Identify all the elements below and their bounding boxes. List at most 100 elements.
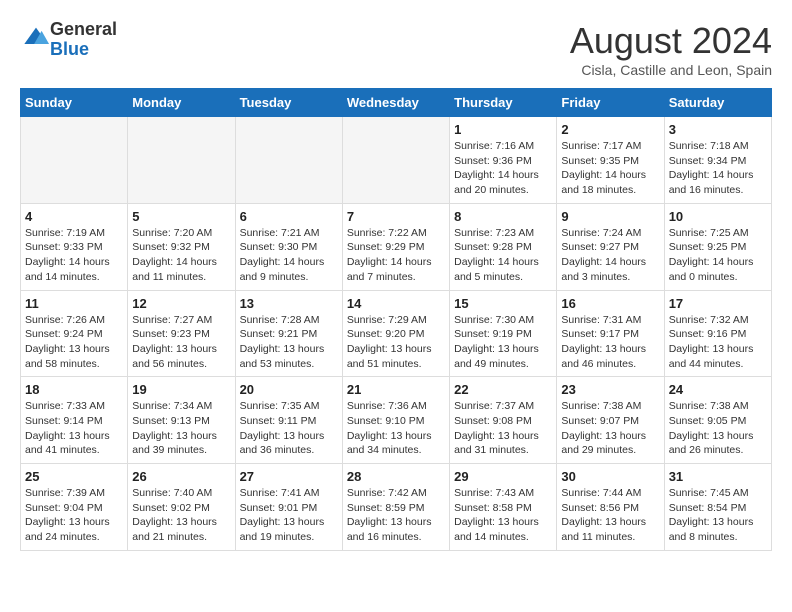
day-number: 5 xyxy=(132,209,230,224)
calendar-cell: 18Sunrise: 7:33 AM Sunset: 9:14 PM Dayli… xyxy=(21,377,128,464)
calendar-cell: 21 Sunrise: 7:36 AM Sunset: 9:10 PM Dayli… xyxy=(342,377,449,464)
day-info: Sunrise: 7:41 AM Sunset: 9:01 PM Dayligh… xyxy=(240,486,338,545)
calendar-cell: 10 Sunrise: 7:25 AM Sunset: 9:25 PM Dayli… xyxy=(664,203,771,290)
days-header-row: SundayMondayTuesdayWednesdayThursdayFrid… xyxy=(21,89,772,117)
calendar-cell: 19 Sunrise: 7:34 AM Sunset: 9:13 PM Dayli… xyxy=(128,377,235,464)
day-number: 21 xyxy=(347,382,445,397)
calendar-cell: 23 Sunrise: 7:38 AM Sunset: 9:07 PM Dayli… xyxy=(557,377,664,464)
calendar-cell: 12 Sunrise: 7:27 AM Sunset: 9:23 PM Dayli… xyxy=(128,290,235,377)
calendar-cell: 30 Sunrise: 7:44 AM Sunset: 8:56 PM Dayli… xyxy=(557,464,664,551)
day-header-tuesday: Tuesday xyxy=(235,89,342,117)
day-number: 3 xyxy=(669,122,767,137)
day-info: Sunrise: 7:38 AM Sunset: 9:07 PM Dayligh… xyxy=(561,399,659,458)
day-info: Sunrise: 7:25 AM Sunset: 9:25 PM Dayligh… xyxy=(669,226,767,285)
day-header-sunday: Sunday xyxy=(21,89,128,117)
title-area: August 2024 Cisla, Castille and Leon, Sp… xyxy=(570,20,772,78)
day-number: 25 xyxy=(25,469,123,484)
week-row-4: 18Sunrise: 7:33 AM Sunset: 9:14 PM Dayli… xyxy=(21,377,772,464)
day-info: Sunrise: 7:34 AM Sunset: 9:13 PM Dayligh… xyxy=(132,399,230,458)
day-number: 20 xyxy=(240,382,338,397)
day-number: 2 xyxy=(561,122,659,137)
week-row-3: 11 Sunrise: 7:26 AM Sunset: 9:24 PM Dayli… xyxy=(21,290,772,377)
day-number: 23 xyxy=(561,382,659,397)
calendar-cell: 20 Sunrise: 7:35 AM Sunset: 9:11 PM Dayli… xyxy=(235,377,342,464)
logo-icon xyxy=(22,23,50,51)
calendar-cell xyxy=(128,117,235,204)
day-info: Sunrise: 7:31 AM Sunset: 9:17 PM Dayligh… xyxy=(561,313,659,372)
calendar-cell: 9Sunrise: 7:24 AM Sunset: 9:27 PM Daylig… xyxy=(557,203,664,290)
day-info: Sunrise: 7:18 AM Sunset: 9:34 PM Dayligh… xyxy=(669,139,767,198)
day-info: Sunrise: 7:21 AM Sunset: 9:30 PM Dayligh… xyxy=(240,226,338,285)
calendar-cell xyxy=(21,117,128,204)
day-info: Sunrise: 7:40 AM Sunset: 9:02 PM Dayligh… xyxy=(132,486,230,545)
day-info: Sunrise: 7:27 AM Sunset: 9:23 PM Dayligh… xyxy=(132,313,230,372)
day-header-saturday: Saturday xyxy=(664,89,771,117)
day-info: Sunrise: 7:23 AM Sunset: 9:28 PM Dayligh… xyxy=(454,226,552,285)
calendar-cell: 4 Sunrise: 7:19 AM Sunset: 9:33 PM Daylig… xyxy=(21,203,128,290)
day-info: Sunrise: 7:33 AM Sunset: 9:14 PM Dayligh… xyxy=(25,399,123,458)
day-info: Sunrise: 7:19 AM Sunset: 9:33 PM Dayligh… xyxy=(25,226,123,285)
calendar-cell: 2Sunrise: 7:17 AM Sunset: 9:35 PM Daylig… xyxy=(557,117,664,204)
day-info: Sunrise: 7:28 AM Sunset: 9:21 PM Dayligh… xyxy=(240,313,338,372)
logo-general: General xyxy=(50,19,117,39)
calendar-cell: 1 Sunrise: 7:16 AM Sunset: 9:36 PM Daylig… xyxy=(450,117,557,204)
day-number: 29 xyxy=(454,469,552,484)
day-info: Sunrise: 7:20 AM Sunset: 9:32 PM Dayligh… xyxy=(132,226,230,285)
calendar-cell: 15Sunrise: 7:30 AM Sunset: 9:19 PM Dayli… xyxy=(450,290,557,377)
day-info: Sunrise: 7:22 AM Sunset: 9:29 PM Dayligh… xyxy=(347,226,445,285)
day-number: 22 xyxy=(454,382,552,397)
day-number: 6 xyxy=(240,209,338,224)
day-number: 7 xyxy=(347,209,445,224)
calendar-cell: 27 Sunrise: 7:41 AM Sunset: 9:01 PM Dayli… xyxy=(235,464,342,551)
day-number: 13 xyxy=(240,296,338,311)
calendar-cell: 8 Sunrise: 7:23 AM Sunset: 9:28 PM Daylig… xyxy=(450,203,557,290)
day-info: Sunrise: 7:35 AM Sunset: 9:11 PM Dayligh… xyxy=(240,399,338,458)
day-header-wednesday: Wednesday xyxy=(342,89,449,117)
logo: General Blue xyxy=(20,20,117,60)
day-number: 27 xyxy=(240,469,338,484)
calendar-cell: 6 Sunrise: 7:21 AM Sunset: 9:30 PM Daylig… xyxy=(235,203,342,290)
calendar-cell: 25 Sunrise: 7:39 AM Sunset: 9:04 PM Dayli… xyxy=(21,464,128,551)
calendar-cell: 16 Sunrise: 7:31 AM Sunset: 9:17 PM Dayli… xyxy=(557,290,664,377)
day-number: 30 xyxy=(561,469,659,484)
day-number: 11 xyxy=(25,296,123,311)
day-info: Sunrise: 7:24 AM Sunset: 9:27 PM Dayligh… xyxy=(561,226,659,285)
calendar-cell: 17 Sunrise: 7:32 AM Sunset: 9:16 PM Dayli… xyxy=(664,290,771,377)
day-number: 19 xyxy=(132,382,230,397)
day-number: 4 xyxy=(25,209,123,224)
day-header-monday: Monday xyxy=(128,89,235,117)
day-number: 12 xyxy=(132,296,230,311)
calendar-cell: 3 Sunrise: 7:18 AM Sunset: 9:34 PM Daylig… xyxy=(664,117,771,204)
day-number: 31 xyxy=(669,469,767,484)
logo-text: General Blue xyxy=(50,20,117,60)
day-info: Sunrise: 7:26 AM Sunset: 9:24 PM Dayligh… xyxy=(25,313,123,372)
day-info: Sunrise: 7:37 AM Sunset: 9:08 PM Dayligh… xyxy=(454,399,552,458)
calendar-table: SundayMondayTuesdayWednesdayThursdayFrid… xyxy=(20,88,772,551)
calendar-cell: 11 Sunrise: 7:26 AM Sunset: 9:24 PM Dayli… xyxy=(21,290,128,377)
calendar-cell: 28 Sunrise: 7:42 AM Sunset: 8:59 PM Dayli… xyxy=(342,464,449,551)
calendar-cell xyxy=(235,117,342,204)
day-number: 17 xyxy=(669,296,767,311)
day-number: 8 xyxy=(454,209,552,224)
day-number: 10 xyxy=(669,209,767,224)
location-subtitle: Cisla, Castille and Leon, Spain xyxy=(570,62,772,78)
calendar-cell: 26Sunrise: 7:40 AM Sunset: 9:02 PM Dayli… xyxy=(128,464,235,551)
day-number: 16 xyxy=(561,296,659,311)
day-info: Sunrise: 7:42 AM Sunset: 8:59 PM Dayligh… xyxy=(347,486,445,545)
day-info: Sunrise: 7:36 AM Sunset: 9:10 PM Dayligh… xyxy=(347,399,445,458)
logo-blue: Blue xyxy=(50,39,89,59)
header: General Blue August 2024 Cisla, Castille… xyxy=(20,20,772,78)
day-number: 24 xyxy=(669,382,767,397)
day-number: 1 xyxy=(454,122,552,137)
day-info: Sunrise: 7:43 AM Sunset: 8:58 PM Dayligh… xyxy=(454,486,552,545)
day-info: Sunrise: 7:29 AM Sunset: 9:20 PM Dayligh… xyxy=(347,313,445,372)
day-info: Sunrise: 7:16 AM Sunset: 9:36 PM Dayligh… xyxy=(454,139,552,198)
calendar-cell: 13 Sunrise: 7:28 AM Sunset: 9:21 PM Dayli… xyxy=(235,290,342,377)
day-info: Sunrise: 7:32 AM Sunset: 9:16 PM Dayligh… xyxy=(669,313,767,372)
day-info: Sunrise: 7:38 AM Sunset: 9:05 PM Dayligh… xyxy=(669,399,767,458)
calendar-cell: 31Sunrise: 7:45 AM Sunset: 8:54 PM Dayli… xyxy=(664,464,771,551)
calendar-cell: 5 Sunrise: 7:20 AM Sunset: 9:32 PM Daylig… xyxy=(128,203,235,290)
day-info: Sunrise: 7:39 AM Sunset: 9:04 PM Dayligh… xyxy=(25,486,123,545)
day-info: Sunrise: 7:44 AM Sunset: 8:56 PM Dayligh… xyxy=(561,486,659,545)
day-number: 28 xyxy=(347,469,445,484)
